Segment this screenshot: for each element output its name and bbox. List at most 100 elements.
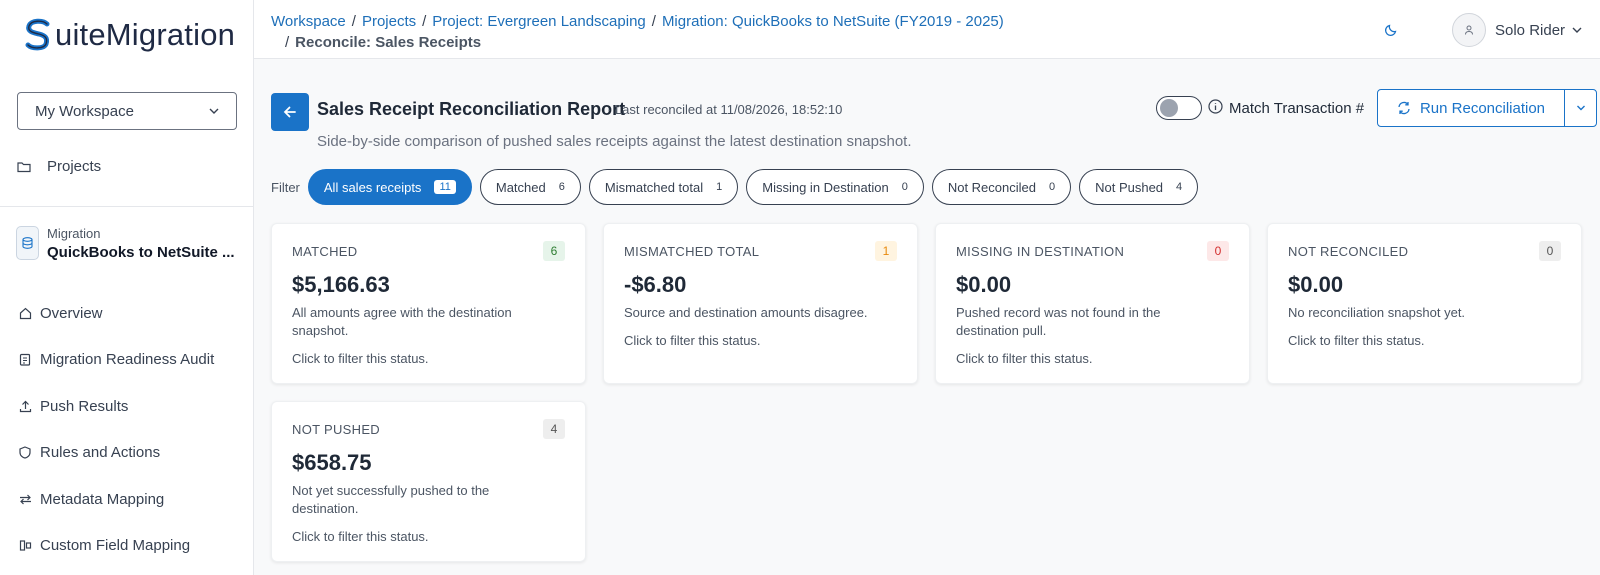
workspace-select[interactable]: My Workspace (17, 92, 237, 130)
card-description: Not yet successfully pushed to the desti… (292, 483, 490, 516)
report-header: Sales Receipt Reconciliation Report · La… (271, 89, 1597, 133)
count-badge: 0 (1207, 241, 1229, 261)
home-icon (18, 306, 32, 320)
sidebar-nav: Overview Migration Readiness Audit Push … (18, 290, 214, 569)
breadcrumb-current: Reconcile: Sales Receipts (295, 34, 482, 51)
pill-label: Missing in Destination (762, 179, 889, 195)
status-card-matched[interactable]: MATCHED 6 $5,166.63 All amounts agree wi… (271, 223, 586, 384)
card-amount: -$6.80 (624, 272, 687, 297)
sidebar-item-label: Metadata Mapping (40, 490, 165, 508)
match-transaction-label: Match Transaction # (1229, 100, 1365, 117)
pill-label: Matched (495, 179, 546, 195)
avatar (1452, 13, 1486, 47)
fields-icon (18, 539, 32, 553)
pill-label: Not Pushed (1095, 179, 1164, 195)
user-icon (1465, 25, 1473, 35)
count-badge: 0 (1539, 241, 1561, 261)
card-hint: Click to filter this status. (1288, 333, 1425, 348)
dark-mode-moon-icon[interactable] (1384, 22, 1399, 37)
sidebar-item-metadata-mapping[interactable]: Metadata Mapping (18, 476, 214, 523)
run-reconciliation-label: Run Reconciliation (1419, 99, 1546, 117)
status-card-mismatched-total[interactable]: MISMATCHED TOTAL 1 -$6.80 Source and des… (603, 223, 918, 384)
filter-bar: Filter All sales receipts 11 Matched 6 Mis… (271, 169, 1206, 205)
status-card-missing-in-destination[interactable]: MISSING IN DESTINATION 0 $0.00 Pushed re… (935, 223, 1250, 384)
breadcrumb-migration[interactable]: Migration: QuickBooks to NetSuite (FY201… (662, 13, 1004, 30)
sidebar-divider (0, 206, 254, 207)
database-icon (16, 226, 39, 260)
top-bar: Workspace / Projects / Project: Evergreen La… (254, 0, 1600, 59)
count-badge: 1 (875, 241, 897, 261)
card-hint: Click to filter this status. (292, 529, 429, 544)
status-card-not-reconciled[interactable]: NOT RECONCILED 0 $0.00 No reconciliation… (1267, 223, 1582, 384)
breadcrumb-workspace[interactable]: Workspace (271, 13, 346, 30)
arrows-icon (18, 492, 32, 506)
card-title: NOT RECONCILED (1288, 244, 1409, 259)
sidebar-item-overview[interactable]: Overview (18, 290, 214, 337)
clipboard-icon (18, 353, 32, 367)
last-reconciled: · Last reconciled at 11/08/2026, 18:52:1… (607, 102, 843, 117)
pill-count: 0 (1048, 181, 1056, 193)
refresh-icon (1398, 101, 1410, 115)
breadcrumb-project[interactable]: Project: Evergreen Landscaping (432, 13, 645, 30)
count-badge: 4 (543, 419, 565, 439)
card-title: NOT PUSHED (292, 422, 380, 437)
pill-count: 4 (1176, 181, 1183, 193)
count-badge: 6 (543, 241, 565, 261)
user-menu[interactable]: Solo Rider (1452, 13, 1583, 47)
filter-pill-not-reconciled[interactable]: Not Reconciled 0 (931, 169, 1072, 205)
run-options-dropdown[interactable] (1564, 89, 1597, 127)
pill-label: Not Reconciled (947, 179, 1036, 195)
match-transaction-toggle[interactable] (1156, 96, 1202, 120)
sidebar-item-push-results[interactable]: Push Results (18, 383, 214, 430)
logo-text: uiteMigration (55, 17, 236, 52)
card-hint: Click to filter this status. (956, 351, 1093, 366)
sidebar-item-label: Custom Field Mapping (40, 537, 191, 555)
current-migration[interactable]: Migration QuickBooks to NetSuite ... (16, 226, 235, 263)
user-name: Solo Rider (1495, 21, 1566, 39)
card-title: MISSING IN DESTINATION (956, 244, 1125, 259)
card-amount: $5,166.63 (292, 272, 390, 297)
sidebar-item-label: Rules and Actions (40, 444, 161, 462)
back-button[interactable] (271, 93, 309, 131)
info-icon[interactable] (1208, 99, 1223, 114)
filter-pill-matched[interactable]: Matched 6 (479, 169, 581, 205)
logo-s-icon (25, 18, 50, 51)
filter-pill-all[interactable]: All sales receipts 11 (307, 169, 472, 205)
app-logo[interactable]: uiteMigration (23, 15, 235, 55)
card-description: All amounts agree with the destination s… (292, 305, 512, 338)
status-card-not-pushed[interactable]: NOT PUSHED 4 $658.75 Not yet successfull… (271, 401, 586, 562)
breadcrumb-projects[interactable]: Projects (362, 13, 416, 30)
run-reconciliation-button[interactable]: Run Reconciliation (1377, 89, 1565, 127)
filter-pill-mismatched[interactable]: Mismatched total 1 (588, 169, 739, 205)
sidebar-item-custom-field-mapping[interactable]: Custom Field Mapping (18, 523, 214, 570)
sidebar-item-label: Migration Readiness Audit (40, 351, 215, 369)
sidebar-item-projects[interactable]: Projects (17, 158, 101, 175)
card-amount: $0.00 (1288, 272, 1344, 297)
pill-count: 1 (716, 181, 723, 193)
page-title: Sales Receipt Reconciliation Report (317, 99, 626, 119)
card-description: Source and destination amounts disagree. (624, 305, 868, 320)
sidebar-item-label: Projects (47, 158, 102, 175)
migration-caption: Migration (47, 226, 101, 241)
filter-pill-missing[interactable]: Missing in Destination 0 (746, 169, 924, 205)
pill-count: 6 (558, 181, 565, 193)
folder-icon (17, 161, 31, 172)
pill-label: Mismatched total (604, 179, 704, 195)
sidebar-item-rules-and-actions[interactable]: Rules and Actions (18, 430, 214, 477)
filter-pill-not-pushed[interactable]: Not Pushed 4 (1079, 169, 1199, 205)
sidebar: uiteMigration My Workspace Projects Migr… (0, 0, 254, 575)
page-subtitle: Side-by-side comparison of pushed sales … (317, 133, 912, 150)
card-amount: $658.75 (292, 450, 372, 475)
chevron-down-icon (1572, 27, 1582, 33)
sidebar-item-migration-readiness-audit[interactable]: Migration Readiness Audit (18, 337, 214, 384)
filter-label: Filter (271, 179, 300, 195)
shield-icon (18, 446, 32, 460)
upload-icon (18, 399, 32, 413)
workspace-label: My Workspace (35, 102, 134, 120)
card-amount: $0.00 (956, 272, 1012, 297)
chevron-down-icon (1576, 105, 1585, 111)
pill-count: 11 (434, 180, 456, 194)
chevron-down-icon (209, 108, 219, 114)
sidebar-item-label: Push Results (40, 397, 129, 415)
pill-count: 0 (901, 181, 908, 193)
